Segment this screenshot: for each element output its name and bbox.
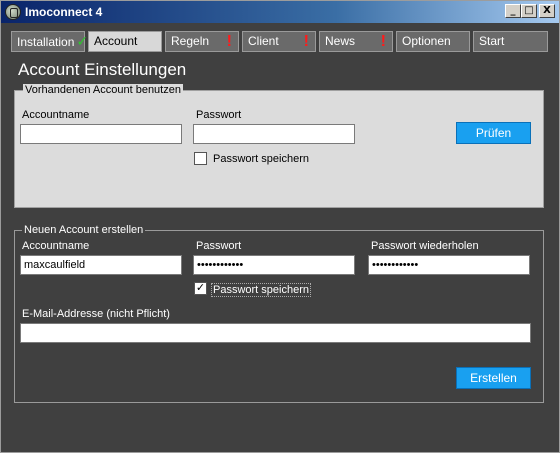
tab-label: Installation xyxy=(17,35,75,49)
tab-account[interactable]: Account xyxy=(88,31,162,52)
tab-label: Regeln xyxy=(171,34,210,48)
title-bar[interactable]: Imoconnect 4 _ □ X xyxy=(1,1,559,23)
tab-label: Account xyxy=(94,34,138,48)
tab-label: News xyxy=(325,34,356,48)
app-window: Imoconnect 4 _ □ X Installation ✓ Account… xyxy=(0,0,560,453)
alert-icon: ! xyxy=(226,33,232,50)
new-save-password-label[interactable]: Passwort speichern xyxy=(211,283,311,297)
window-title: Imoconnect 4 xyxy=(25,5,103,19)
tab-news[interactable]: News ! xyxy=(319,31,393,52)
new-password-input[interactable]: •••••••••••• xyxy=(193,255,355,275)
tab-start[interactable]: Start xyxy=(473,31,548,52)
account-name-input[interactable] xyxy=(20,124,182,144)
new-save-password-checkbox[interactable]: ✓ xyxy=(194,282,207,295)
password-label: Passwort xyxy=(196,109,242,121)
create-button[interactable]: Erstellen xyxy=(456,367,531,389)
tab-client[interactable]: Client ! xyxy=(242,31,316,52)
app-logo-icon xyxy=(5,4,21,20)
tab-label: Optionen xyxy=(402,34,451,48)
group-legend: Neuen Account erstellen xyxy=(22,224,146,236)
check-button[interactable]: Prüfen xyxy=(456,122,531,144)
tab-optionen[interactable]: Optionen xyxy=(396,31,470,52)
close-button[interactable]: X xyxy=(539,4,555,18)
existing-account-group: Vorhandenen Account benutzen Accountname… xyxy=(14,84,544,208)
group-legend: Vorhandenen Account benutzen xyxy=(23,84,183,96)
save-password-label[interactable]: Passwort speichern xyxy=(213,153,309,165)
password-repeat-label: Passwort wiederholen xyxy=(371,240,479,252)
account-name-label: Accountname xyxy=(22,109,90,121)
password-repeat-input[interactable]: •••••••••••• xyxy=(368,255,530,275)
new-account-name-label: Accountname xyxy=(22,240,90,252)
alert-icon: ! xyxy=(380,33,386,50)
check-icon: ✓ xyxy=(76,33,89,49)
new-account-group: Neuen Account erstellen Accountname maxc… xyxy=(14,224,544,403)
email-input[interactable] xyxy=(20,323,531,343)
tab-installation[interactable]: Installation ✓ xyxy=(11,31,89,52)
alert-icon: ! xyxy=(303,33,309,50)
email-label: E-Mail-Addresse (nicht Pflicht) xyxy=(22,308,170,320)
minimize-button[interactable]: _ xyxy=(505,4,521,18)
maximize-button[interactable]: □ xyxy=(521,4,537,18)
password-input[interactable] xyxy=(193,124,355,144)
new-account-name-input[interactable]: maxcaulfield xyxy=(20,255,182,275)
save-password-checkbox[interactable] xyxy=(194,152,207,165)
new-password-label: Passwort xyxy=(196,240,242,252)
tab-regeln[interactable]: Regeln ! xyxy=(165,31,239,52)
tab-label: Client xyxy=(248,34,279,48)
page-title: Account Einstellungen xyxy=(18,60,187,79)
tab-label: Start xyxy=(479,34,505,48)
